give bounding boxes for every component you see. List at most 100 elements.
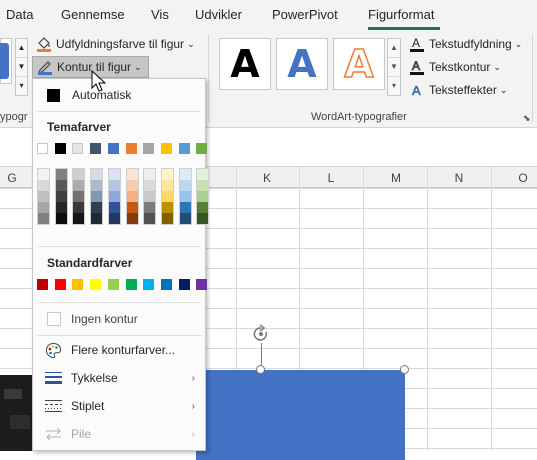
automatic-option[interactable]: Automatisk xyxy=(33,84,205,106)
theme-color-swatch[interactable] xyxy=(90,143,102,154)
shade-swatch[interactable] xyxy=(144,180,156,191)
gallery-expand-icon[interactable]: ▾ xyxy=(388,77,400,95)
theme-color-swatch[interactable] xyxy=(125,143,137,154)
shade-swatch[interactable] xyxy=(73,213,85,224)
column-header-n[interactable]: N xyxy=(449,171,469,185)
text-outline-button[interactable]: A Tekstkontur ⌄ xyxy=(409,59,501,75)
shade-swatch[interactable] xyxy=(144,191,156,202)
column-header-m[interactable]: M xyxy=(386,171,406,185)
shade-swatch[interactable] xyxy=(55,202,67,213)
shade-swatch[interactable] xyxy=(161,202,173,213)
tab-figurformat[interactable]: Figurformat xyxy=(368,7,434,22)
shade-swatch[interactable] xyxy=(108,213,120,224)
shade-swatch[interactable] xyxy=(55,191,67,202)
theme-color-swatch[interactable] xyxy=(143,143,155,154)
tab-data[interactable]: Data xyxy=(6,7,33,22)
theme-color-swatch[interactable] xyxy=(37,143,48,154)
shade-swatch[interactable] xyxy=(197,180,209,191)
standard-color-swatch[interactable] xyxy=(143,279,155,290)
column-header-g[interactable]: G xyxy=(2,171,22,185)
shade-swatch[interactable] xyxy=(73,180,85,191)
shade-swatch[interactable] xyxy=(73,169,85,180)
standard-color-swatch[interactable] xyxy=(37,279,48,290)
theme-color-swatch[interactable] xyxy=(107,143,119,154)
no-outline-option[interactable]: Ingen kontur xyxy=(33,308,205,330)
standard-color-swatch[interactable] xyxy=(178,279,190,290)
shade-swatch[interactable] xyxy=(179,169,191,180)
resize-handle-top[interactable] xyxy=(256,365,265,374)
more-outline-colors-option[interactable]: Flere konturfarver... xyxy=(33,339,205,361)
weight-option[interactable]: Tykkelse › xyxy=(33,367,205,389)
shade-swatch[interactable] xyxy=(108,191,120,202)
shade-swatch[interactable] xyxy=(126,191,138,202)
theme-color-swatch[interactable] xyxy=(160,143,172,154)
shade-swatch[interactable] xyxy=(73,191,85,202)
shade-swatch[interactable] xyxy=(108,169,120,180)
inserted-picture[interactable] xyxy=(0,375,36,451)
shade-swatch[interactable] xyxy=(126,202,138,213)
shade-swatch[interactable] xyxy=(91,191,103,202)
dialog-launcher-icon[interactable]: ⬊ xyxy=(523,113,531,124)
theme-color-swatch[interactable] xyxy=(178,143,190,154)
shade-swatch[interactable] xyxy=(179,202,191,213)
shade-swatch[interactable] xyxy=(38,202,49,213)
selected-rectangle-shape[interactable] xyxy=(196,370,405,460)
column-header-o[interactable]: O xyxy=(513,171,533,185)
shade-swatch[interactable] xyxy=(179,191,191,202)
tab-udvikler[interactable]: Udvikler xyxy=(195,7,242,22)
column-header-l[interactable]: L xyxy=(321,171,341,185)
shade-swatch[interactable] xyxy=(161,169,173,180)
shade-swatch[interactable] xyxy=(55,213,67,224)
dashes-option[interactable]: Stiplet › xyxy=(33,395,205,417)
standard-color-swatch[interactable] xyxy=(160,279,172,290)
theme-color-swatch[interactable] xyxy=(54,143,66,154)
shade-swatch[interactable] xyxy=(91,169,103,180)
shade-swatch[interactable] xyxy=(38,169,49,180)
shade-swatch[interactable] xyxy=(55,169,67,180)
resize-handle-top-right[interactable] xyxy=(400,365,409,374)
wordart-style-orange-outline[interactable]: A xyxy=(333,38,385,90)
shape-style-gallery[interactable] xyxy=(0,38,12,84)
standard-color-swatch[interactable] xyxy=(196,279,208,290)
shade-swatch[interactable] xyxy=(161,191,173,202)
tab-gennemse[interactable]: Gennemse xyxy=(61,7,125,22)
shade-swatch[interactable] xyxy=(91,180,103,191)
theme-color-swatch[interactable] xyxy=(72,143,84,154)
shade-swatch[interactable] xyxy=(179,180,191,191)
shade-swatch[interactable] xyxy=(144,202,156,213)
shade-swatch[interactable] xyxy=(91,213,103,224)
shade-swatch[interactable] xyxy=(197,213,209,224)
text-effects-button[interactable]: A Teksteffekter ⌄ xyxy=(409,82,508,98)
text-fill-button[interactable]: A Tekstudfyldning ⌄ xyxy=(409,36,522,52)
standard-color-swatch[interactable] xyxy=(54,279,66,290)
shade-swatch[interactable] xyxy=(91,202,103,213)
shade-swatch[interactable] xyxy=(161,180,173,191)
shade-swatch[interactable] xyxy=(38,191,49,202)
wordart-style-black[interactable]: A xyxy=(219,38,271,90)
standard-color-swatch[interactable] xyxy=(90,279,102,290)
shade-swatch[interactable] xyxy=(126,213,138,224)
shade-swatch[interactable] xyxy=(197,169,209,180)
shade-swatch[interactable] xyxy=(161,213,173,224)
tab-powerpivot[interactable]: PowerPivot xyxy=(272,7,338,22)
shade-swatch[interactable] xyxy=(38,213,49,224)
shade-swatch[interactable] xyxy=(108,180,120,191)
shade-swatch[interactable] xyxy=(126,169,138,180)
shade-swatch[interactable] xyxy=(197,202,209,213)
scroll-down-icon[interactable]: ▼ xyxy=(388,58,400,77)
shape-fill-button[interactable]: Udfyldningsfarve til figur ⌄ xyxy=(36,36,195,52)
standard-color-swatch[interactable] xyxy=(72,279,84,290)
shade-swatch[interactable] xyxy=(73,202,85,213)
shade-swatch[interactable] xyxy=(108,202,120,213)
standard-color-swatch[interactable] xyxy=(125,279,137,290)
shade-swatch[interactable] xyxy=(197,191,209,202)
gallery-scroll[interactable]: ▲ ▼ ▾ xyxy=(15,38,28,96)
column-header-k[interactable]: K xyxy=(257,171,277,185)
scroll-up-icon[interactable]: ▲ xyxy=(388,39,400,58)
rotation-handle-icon[interactable] xyxy=(251,324,271,344)
wordart-gallery-scroll[interactable]: ▲ ▼ ▾ xyxy=(387,38,401,96)
shade-swatch[interactable] xyxy=(55,180,67,191)
shade-swatch[interactable] xyxy=(126,180,138,191)
shade-swatch[interactable] xyxy=(144,213,156,224)
tab-vis[interactable]: Vis xyxy=(151,7,169,22)
